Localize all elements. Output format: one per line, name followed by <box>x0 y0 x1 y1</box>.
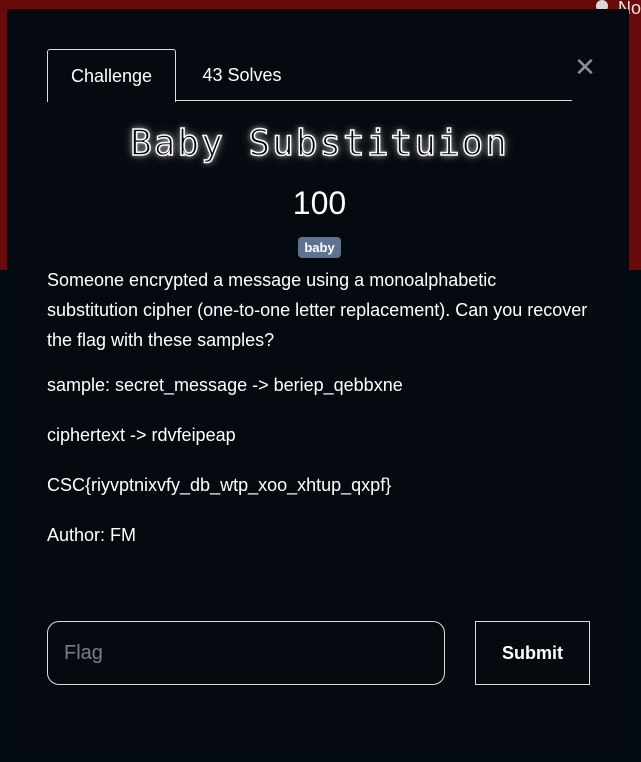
tab-challenge[interactable]: Challenge <box>47 49 176 102</box>
tab-solves[interactable]: 43 Solves <box>182 49 302 101</box>
ciphertext-line: ciphertext -> rdvfeipeap <box>47 425 236 445</box>
close-icon[interactable]: ✕ <box>570 53 600 83</box>
flag-input[interactable] <box>47 621 445 685</box>
challenge-modal: ✕ Challenge 43 Solves Baby Substituion 1… <box>7 9 629 750</box>
submit-button[interactable]: Submit <box>475 621 590 685</box>
tab-bar: Challenge 43 Solves <box>47 49 572 102</box>
challenge-description: Someone encrypted a message using a mono… <box>47 270 588 350</box>
category-tag: baby <box>298 237 341 258</box>
sample-line: sample: secret_message -> beriep_qebbxne <box>47 375 403 395</box>
encrypted-flag-line: CSC{riyvptnixvfy_db_wtp_xoo_xhtup_qxpf} <box>47 475 392 495</box>
challenge-points: 100 <box>292 185 347 221</box>
author-line: Author: FM <box>47 525 137 545</box>
tag-container: baby <box>47 237 592 258</box>
challenge-title: Baby Substituion <box>129 122 509 165</box>
